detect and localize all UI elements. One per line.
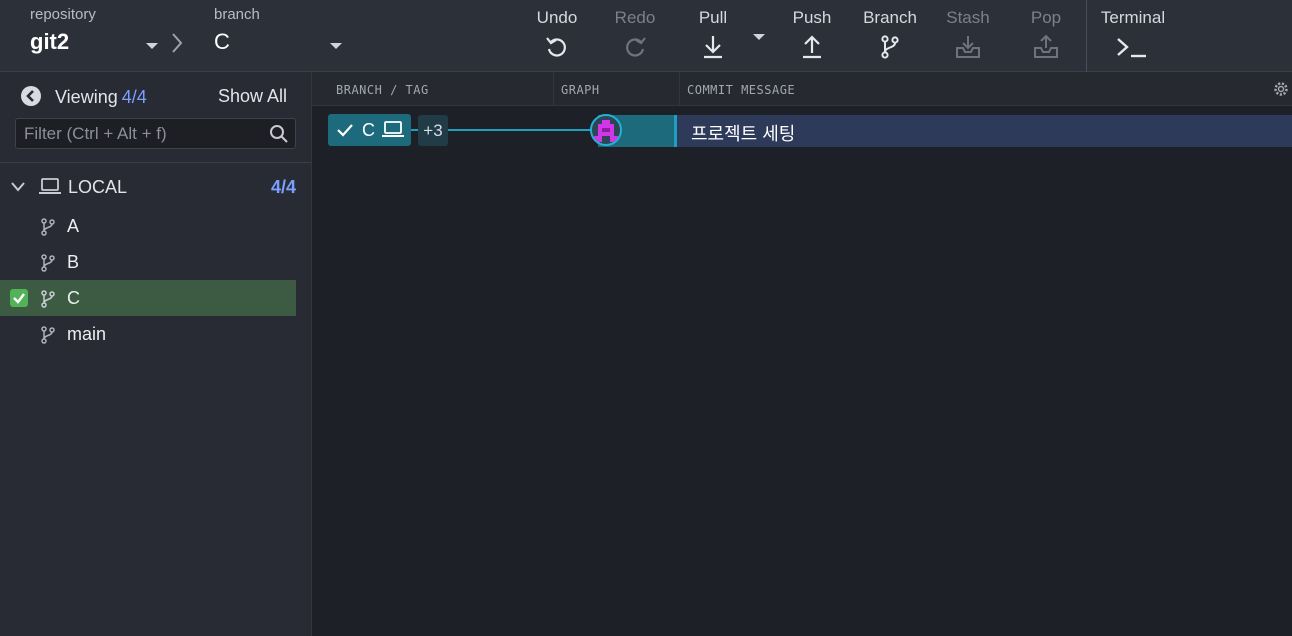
column-commit-message[interactable]: COMMIT MESSAGE <box>687 83 795 97</box>
checked-out-checkbox <box>10 289 28 307</box>
toolbar: repository git2 branch C Undo Redo Pull … <box>0 0 1292 72</box>
stash-tray-icon <box>956 36 980 58</box>
show-all-button[interactable]: Show All <box>218 86 287 107</box>
stash-label: Stash <box>946 8 990 27</box>
column-resize-handle[interactable] <box>679 72 680 106</box>
branch-name-label: main <box>67 324 107 344</box>
toolbar-divider <box>1086 0 1087 72</box>
branch-button-label: Branch <box>863 8 917 27</box>
repository-label: repository <box>30 6 96 23</box>
commit-message: 프로젝트 세팅 <box>691 124 796 144</box>
pop-label: Pop <box>1030 8 1062 27</box>
push-label: Push <box>792 8 832 27</box>
pop-tray-icon <box>1034 34 1058 58</box>
terminal-button[interactable]: Terminal <box>1098 8 1168 60</box>
chevron-right-icon <box>172 33 183 53</box>
column-graph[interactable]: GRAPH <box>561 83 600 97</box>
commit-graph-panel: BRANCH / TAG GRAPH COMMIT MESSAGE C +3 프… <box>312 72 1292 636</box>
viewing-bar: Viewing 4/4 Show All <box>20 84 296 110</box>
sidebar-branch-main[interactable]: main <box>0 316 296 352</box>
filter-box <box>15 118 296 149</box>
branch-name-label: A <box>67 216 80 236</box>
author-avatar <box>590 114 622 146</box>
repository-name: git2 <box>30 29 70 54</box>
local-count: 4/4 <box>270 177 296 197</box>
redo-label: Redo <box>614 8 656 27</box>
branch-button[interactable]: Branch <box>855 8 925 60</box>
git-branch-icon <box>41 254 55 272</box>
terminal-prompt-icon <box>1117 38 1146 58</box>
viewing-label: Viewing 4/4 <box>55 87 147 108</box>
more-refs-badge[interactable]: +3 <box>418 115 448 146</box>
identicon-icon <box>594 120 618 142</box>
search-icon[interactable] <box>269 124 289 144</box>
gear-icon[interactable] <box>1272 80 1290 98</box>
download-arrow-icon <box>704 36 722 59</box>
git-branch-icon <box>41 326 55 344</box>
undo-icon <box>546 37 566 57</box>
upload-arrow-icon <box>803 35 821 59</box>
chevron-down-icon[interactable] <box>10 181 26 193</box>
terminal-label: Terminal <box>1100 8 1166 27</box>
branch-label: branch <box>214 6 260 23</box>
column-header: BRANCH / TAG GRAPH COMMIT MESSAGE <box>312 72 1292 106</box>
branch-name-label: C <box>67 288 80 308</box>
sidebar-divider <box>0 162 311 163</box>
sidebar-branch-a[interactable]: A <box>0 208 296 244</box>
laptop-icon <box>39 178 61 194</box>
repository-dropdown-icon[interactable] <box>146 43 158 49</box>
local-label: LOCAL <box>68 177 128 197</box>
branch-name-label: B <box>67 252 80 272</box>
undo-button[interactable]: Undo <box>522 8 592 60</box>
viewing-text: Viewing <box>55 87 118 107</box>
pop-button[interactable]: Pop <box>1011 8 1081 60</box>
laptop-icon <box>382 121 404 137</box>
branch-selector[interactable]: branch C <box>214 6 260 55</box>
git-branch-icon <box>41 218 55 236</box>
redo-icon <box>626 37 646 57</box>
filter-input[interactable] <box>16 119 266 148</box>
stash-button[interactable]: Stash <box>933 8 1003 60</box>
git-branch-icon <box>881 35 899 59</box>
pull-label: Pull <box>698 8 728 27</box>
branch-name: C <box>214 29 230 54</box>
viewing-count: 4/4 <box>121 87 147 107</box>
checkmark-icon <box>13 293 25 304</box>
commit-message-cell[interactable]: 프로젝트 세팅 <box>674 115 1292 147</box>
pull-button[interactable]: Pull <box>678 8 748 60</box>
column-resize-handle[interactable] <box>553 72 554 106</box>
commit-row[interactable]: C +3 프로젝트 세팅 <box>312 114 1292 147</box>
sidebar: Viewing4/4 Show All LOCAL 4/4 A <box>0 72 312 636</box>
branch-dropdown-icon[interactable] <box>330 43 342 49</box>
back-arrow-icon[interactable] <box>20 85 42 107</box>
push-button[interactable]: Push <box>777 8 847 60</box>
undo-label: Undo <box>536 8 578 27</box>
branch-ref-name: C <box>362 120 375 140</box>
sidebar-branch-b[interactable]: B <box>0 244 296 280</box>
repository-selector[interactable]: repository git2 <box>30 6 96 55</box>
column-branch-tag[interactable]: BRANCH / TAG <box>336 83 429 97</box>
checkmark-icon <box>337 124 353 137</box>
sidebar-branch-c[interactable]: C <box>0 280 296 316</box>
redo-button[interactable]: Redo <box>600 8 670 60</box>
pull-options-dropdown-icon[interactable] <box>753 34 765 40</box>
branch-ref-pill[interactable]: C <box>328 114 411 146</box>
git-branch-icon <box>41 290 55 308</box>
local-section-header[interactable]: LOCAL 4/4 <box>10 175 296 199</box>
